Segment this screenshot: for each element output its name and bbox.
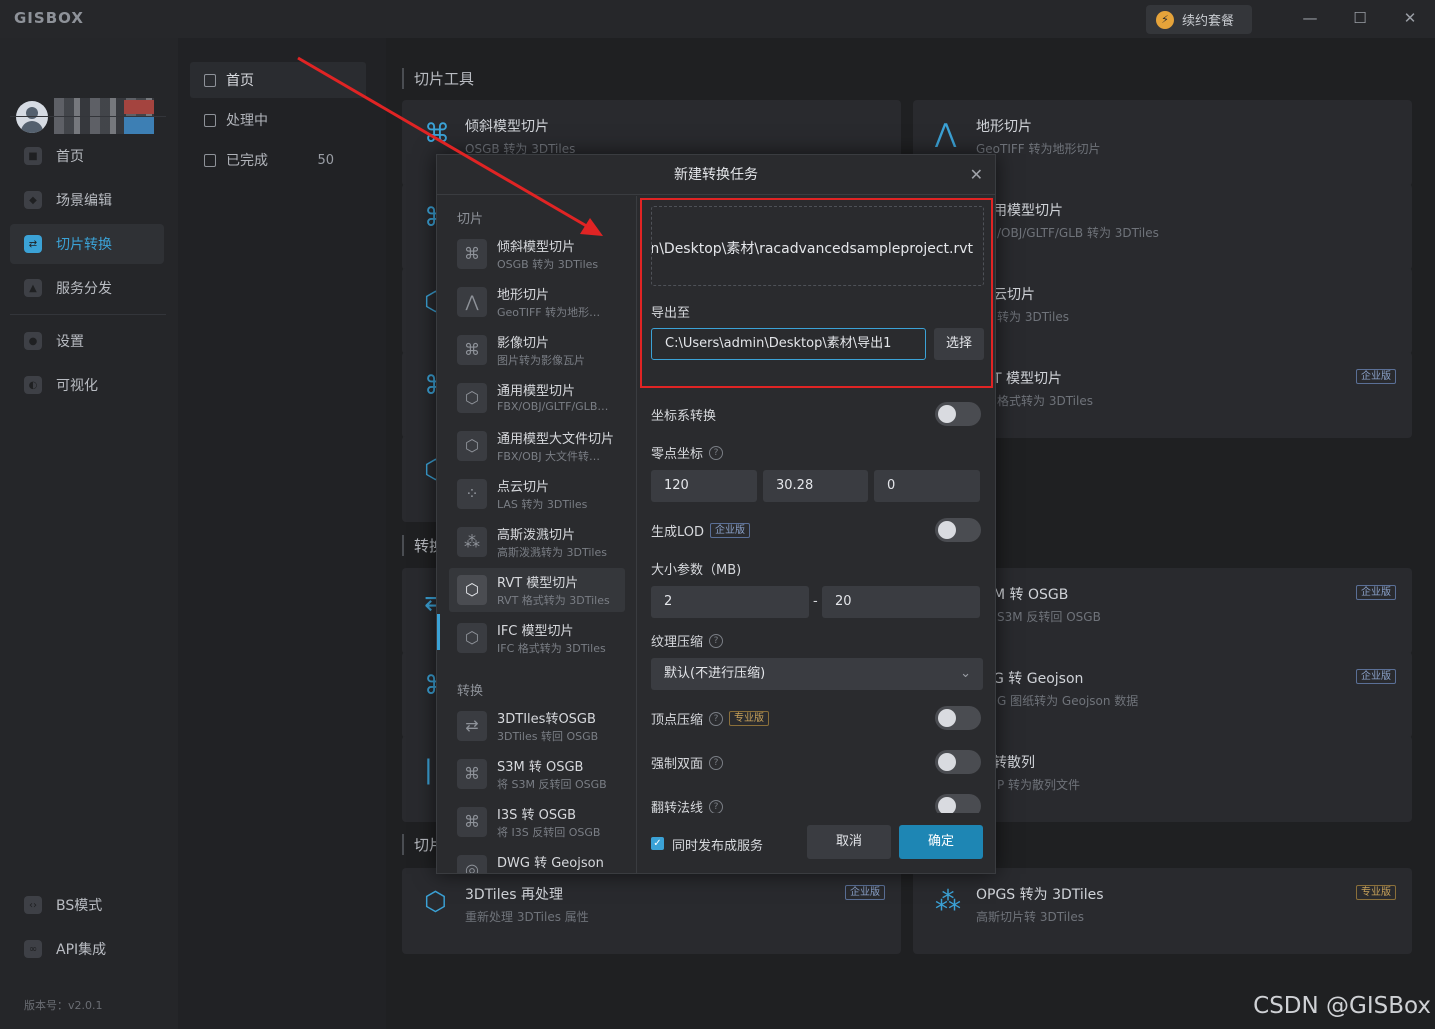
annotation-arrow	[297, 56, 603, 236]
arrow-head	[580, 218, 603, 236]
arrow-shaft	[297, 56, 591, 230]
watermark: CSDN @GISBox	[1253, 993, 1431, 1019]
